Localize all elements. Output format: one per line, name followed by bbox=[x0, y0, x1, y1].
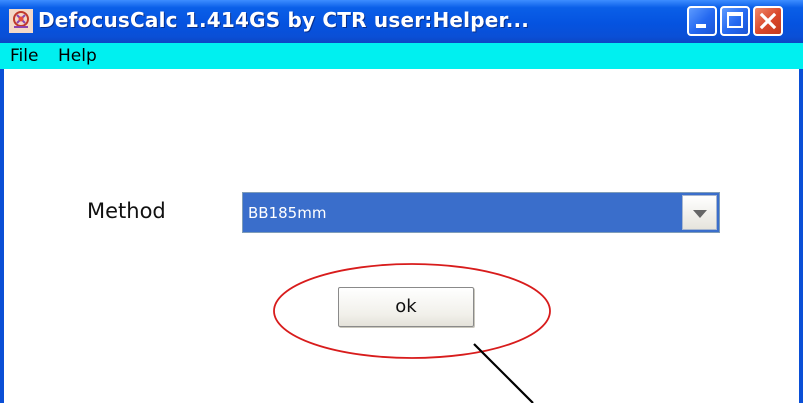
menu-file[interactable]: File bbox=[10, 46, 38, 66]
method-selected-value: BB185mm bbox=[248, 204, 327, 222]
method-label: Method bbox=[87, 199, 166, 223]
close-button[interactable] bbox=[753, 6, 783, 36]
dropdown-button[interactable] bbox=[682, 195, 717, 230]
title-bar[interactable]: DefocusCalc 1.414GS by CTR user:Helper..… bbox=[0, 0, 803, 43]
minimize-icon bbox=[696, 24, 706, 28]
maximize-icon bbox=[727, 12, 743, 28]
ok-button[interactable]: ok bbox=[338, 287, 474, 327]
app-window: DefocusCalc 1.414GS by CTR user:Helper..… bbox=[0, 0, 803, 403]
app-flower-icon bbox=[9, 9, 33, 33]
content-panel bbox=[0, 69, 803, 403]
maximize-button[interactable] bbox=[720, 6, 750, 36]
close-icon bbox=[759, 12, 777, 30]
menu-help[interactable]: Help bbox=[58, 46, 97, 66]
window-border-left bbox=[0, 69, 4, 403]
chevron-down-icon bbox=[693, 210, 707, 218]
minimize-button[interactable] bbox=[687, 6, 717, 36]
menu-bar: File Help bbox=[0, 43, 803, 69]
method-select[interactable]: BB185mm bbox=[242, 192, 720, 233]
window-title: DefocusCalc 1.414GS by CTR user:Helper..… bbox=[38, 8, 530, 32]
window-border-right bbox=[799, 69, 803, 403]
